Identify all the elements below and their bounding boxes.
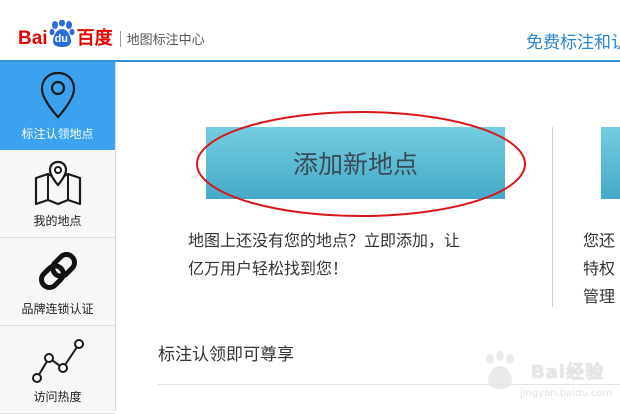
free-annotate-link[interactable]: 免费标注和认 (526, 28, 620, 53)
section-divider (158, 384, 620, 385)
description-line: 您还 (583, 231, 616, 250)
description-line: 地图上还没有您的地点？立即添加，让 (188, 231, 461, 250)
claim-place-button[interactable] (601, 127, 620, 199)
add-new-place-button[interactable]: 添加新地点 (206, 127, 505, 199)
sidebar: 标注认领地点 我的地点 品牌连锁认证 访问热度 (0, 62, 116, 414)
logo-text-cn: 百度 (76, 28, 113, 49)
logo-text-du: du (54, 33, 69, 45)
location-pin-icon (0, 70, 115, 122)
description-line: 特权 (583, 259, 616, 278)
paw-logo-icon: du (49, 20, 75, 48)
claim-description: 您还 特权 管理 (583, 227, 620, 311)
logo-subtitle: 地图标注中心 (126, 33, 205, 48)
watermark-url: jingyan.baidu.com (520, 388, 613, 399)
sidebar-item-annotate-claim[interactable]: 标注认领地点 (0, 62, 115, 150)
sidebar-item-label: 访问热度 (33, 390, 82, 404)
sidebar-item-label: 我的地点 (33, 214, 82, 228)
chain-link-icon (0, 246, 115, 296)
sidebar-item-label: 标注认领地点 (21, 127, 94, 141)
sidebar-item-brand-chain[interactable]: 品牌连锁认证 (0, 238, 115, 326)
sidebar-item-visit-heat[interactable]: 访问热度 (0, 326, 115, 414)
sidebar-item-my-places[interactable]: 我的地点 (0, 150, 115, 238)
baidu-logo[interactable]: Bai du 百度 地图标注中心 (18, 16, 205, 48)
logo-text-bai: Bai (18, 28, 48, 49)
top-header: Bai du 百度 地图标注中心 免费标注和认 (0, 0, 620, 62)
description-line: 亿万用户轻松找到您！ (188, 259, 349, 278)
line-trend-icon (0, 334, 115, 386)
watermark-text: Bai经验 (531, 362, 605, 383)
add-place-description: 地图上还没有您的地点？立即添加，让 亿万用户轻松找到您！ (188, 227, 528, 283)
logo-separator (119, 31, 121, 47)
sidebar-item-label: 品牌连锁认证 (21, 302, 94, 316)
benefits-section-title: 标注认领即可尊享 (158, 345, 294, 365)
map-icon (0, 158, 115, 208)
column-divider (552, 127, 553, 307)
description-line: 管理 (583, 287, 616, 306)
